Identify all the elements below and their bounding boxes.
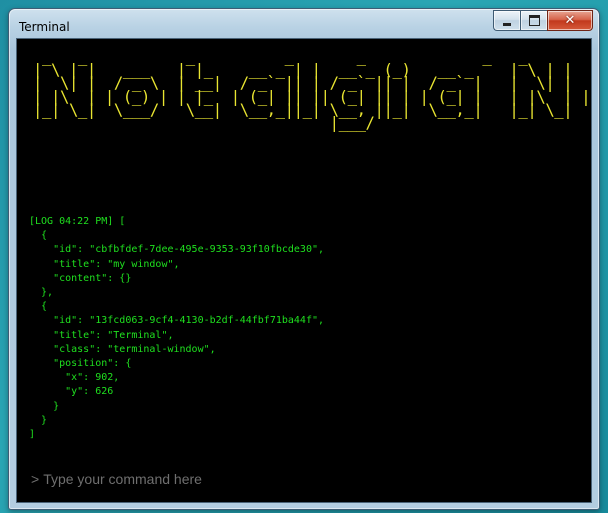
command-input[interactable] (43, 471, 544, 487)
prompt-symbol: > (31, 471, 40, 487)
close-icon: ✕ (564, 13, 576, 28)
minimize-button[interactable] (493, 10, 520, 31)
terminal-output-area[interactable]: _ _ _ _ _ _ _ ___ ____ | \ | | ___ | |_ … (16, 38, 592, 503)
ascii-banner: _ _ _ _ _ _ _ ___ ____ | \ | | ___ | |_ … (32, 48, 591, 133)
log-output: [LOG 04:22 PM] [ { "id": "cbfbfdef-7dee-… (29, 216, 325, 441)
close-button[interactable]: ✕ (547, 10, 593, 31)
minimize-icon (503, 22, 511, 26)
terminal-window: Terminal ✕ _ _ _ _ _ _ _ ___ ____ (8, 8, 600, 510)
maximize-icon (528, 15, 540, 26)
title-bar[interactable]: Terminal ✕ (9, 9, 599, 39)
window-title: Terminal (19, 20, 70, 34)
command-prompt: > (31, 471, 544, 487)
maximize-button[interactable] (520, 10, 547, 31)
window-controls: ✕ (493, 10, 593, 31)
